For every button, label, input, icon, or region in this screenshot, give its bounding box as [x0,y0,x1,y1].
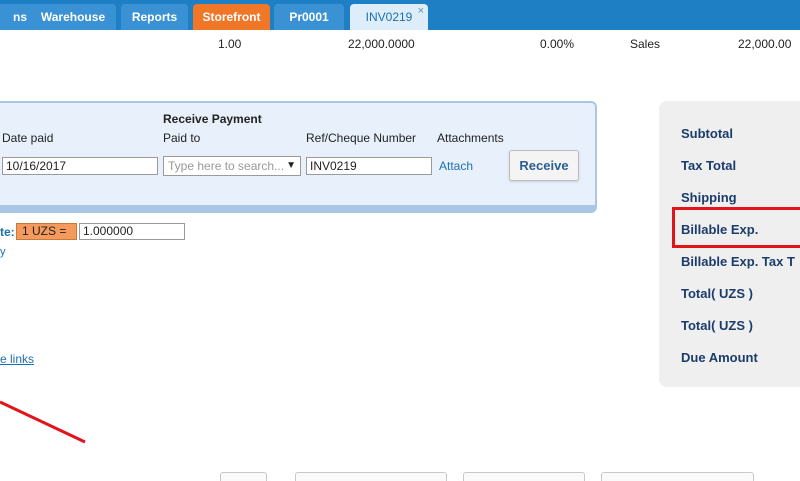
tab-storefront[interactable]: Storefront [193,4,270,30]
total-uzs-label: Total( UZS ) [681,286,753,301]
exchange-rate-label: te: [0,225,15,239]
receive-payment-heading: Receive Payment [163,112,262,126]
currency-link[interactable]: y [0,246,6,258]
annotation-arrow-line [0,400,86,444]
tab-label: Pr0001 [289,10,329,24]
top-tab-bar: ns Warehouse Reports Storefront Pr0001 I… [0,0,800,30]
tab-label: Reports [131,10,178,24]
tab-label: Warehouse [40,10,106,24]
date-paid-input[interactable]: 10/16/2017 [2,157,158,175]
bottom-button-1[interactable] [220,472,267,481]
tab-label: INV0219 [365,10,413,24]
paid-to-placeholder: Type here to search... [168,159,285,173]
close-icon[interactable]: × [418,0,424,24]
tab-reports[interactable]: Reports [121,4,188,30]
total-uzs-label-2: Total( UZS ) [681,318,753,333]
currency-badge: 1 UZS = [16,223,77,240]
bottom-button-3[interactable] [463,472,585,481]
chevron-down-icon: ▼ [286,160,296,171]
shipping-label: Shipping [681,190,737,205]
links-link[interactable]: e links [0,352,34,366]
tax-total-label: Tax Total [681,158,737,173]
line-discount: 0.00% [540,37,575,51]
tab-warehouse[interactable]: Warehouse [30,4,116,30]
billable-exp-tax-label: Billable Exp. Tax T [681,254,795,269]
exchange-rate-input[interactable]: 1.000000 [79,223,185,240]
attachments-label: Attachments [437,131,504,145]
tab-label: ns [12,10,27,24]
date-paid-label: Date paid [2,131,54,145]
receive-button[interactable]: Receive [509,150,579,181]
attach-link[interactable]: Attach [439,159,473,173]
tab-pr0001[interactable]: Pr0001 [274,4,344,30]
bottom-button-2[interactable] [295,472,447,481]
tab-inv0219[interactable]: INV0219 × [350,4,428,30]
subtotal-label: Subtotal [681,126,733,141]
due-amount-label: Due Amount [681,350,758,365]
paid-to-label: Paid to [163,131,201,145]
ref-cheque-label: Ref/Cheque Number [306,131,417,145]
line-item-row: 1.00 22,000.0000 0.00% Sales 22,000.00 [0,30,800,56]
bottom-button-4[interactable] [601,472,754,481]
line-qty: 1.00 [218,37,242,51]
panel-bottom-strip [0,205,595,211]
line-price: 22,000.0000 [348,37,415,51]
highlight-annotation [672,207,800,248]
paid-to-select[interactable]: Type here to search... ▼ [163,156,301,176]
line-tax-type: Sales [630,37,661,51]
line-amount: 22,000.00 [738,37,792,51]
ref-cheque-input[interactable]: INV0219 [306,157,432,175]
tab-label: Storefront [202,10,261,24]
